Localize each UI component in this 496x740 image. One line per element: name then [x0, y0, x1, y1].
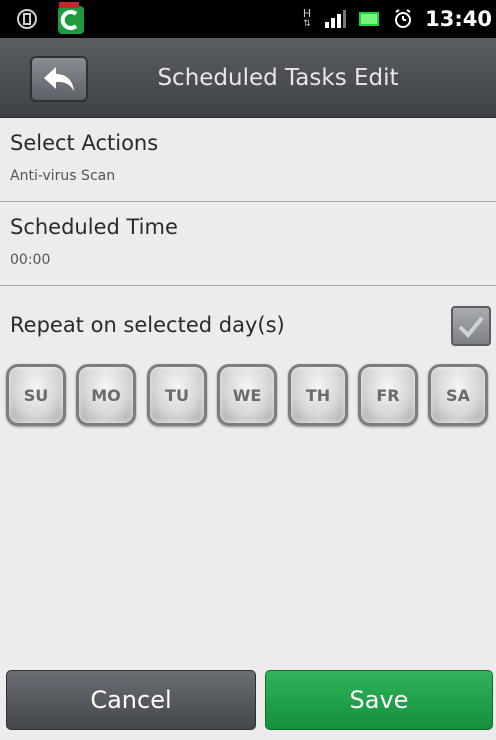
- page-title: Scheduled Tasks Edit: [157, 65, 399, 91]
- repeat-label: Repeat on selected day(s): [10, 313, 285, 337]
- select-actions-value: Anti-virus Scan: [10, 168, 116, 184]
- check-icon: [458, 316, 484, 338]
- scheduled-time-label: Scheduled Time: [10, 215, 178, 239]
- battery-icon: [356, 0, 382, 38]
- day-button-su[interactable]: SU: [6, 364, 66, 426]
- alarm-icon: [390, 0, 416, 38]
- h-plus-network-icon: H ⇅: [302, 7, 312, 29]
- day-button-mo[interactable]: MO: [76, 364, 136, 426]
- day-button-tu[interactable]: TU: [147, 364, 207, 426]
- select-actions-row[interactable]: Select Actions Anti-virus Scan: [0, 118, 496, 202]
- day-button-th[interactable]: TH: [288, 364, 348, 426]
- signal-icon: [322, 0, 348, 38]
- status-bar: H ⇅ 13:40: [0, 0, 496, 38]
- comodo-app-icon: [54, 0, 88, 38]
- status-time: 13:40: [425, 7, 492, 31]
- day-button-we[interactable]: WE: [217, 364, 277, 426]
- repeat-checkbox[interactable]: [451, 306, 491, 346]
- day-button-fr[interactable]: FR: [358, 364, 418, 426]
- cancel-button[interactable]: Cancel: [6, 670, 256, 730]
- day-button-sa[interactable]: SA: [428, 364, 488, 426]
- usb-debug-icon: [10, 0, 44, 38]
- scheduled-time-value: 00:00: [10, 252, 51, 268]
- save-button[interactable]: Save: [265, 670, 493, 730]
- day-selector: SU MO TU WE TH FR SA: [0, 364, 496, 428]
- scheduled-time-row[interactable]: Scheduled Time 00:00: [0, 202, 496, 286]
- title-bar: Scheduled Tasks Edit: [0, 38, 496, 118]
- select-actions-label: Select Actions: [10, 131, 159, 155]
